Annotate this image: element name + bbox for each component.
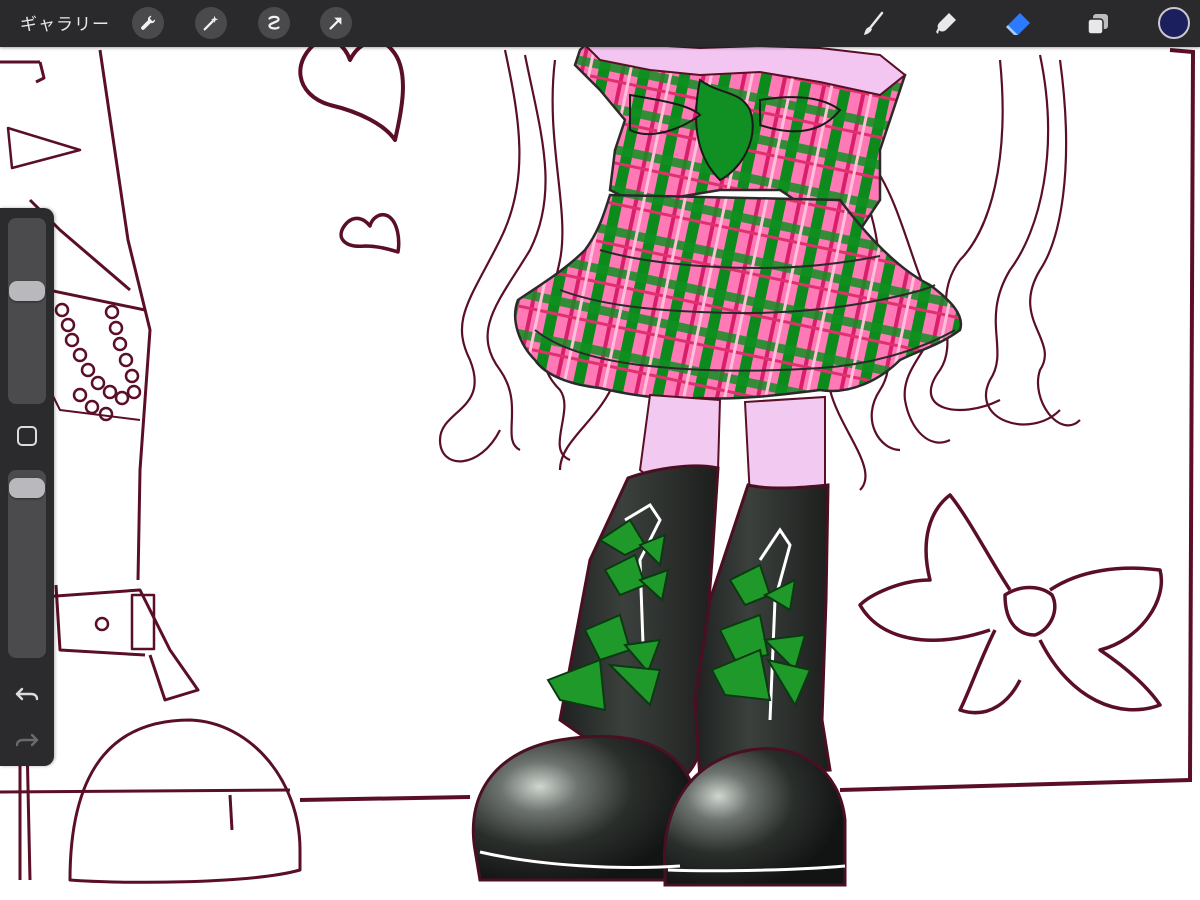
redo-icon[interactable]: [13, 726, 41, 754]
eraser-button[interactable]: [1000, 6, 1036, 42]
left-sidebar: [0, 208, 54, 766]
selection-button[interactable]: [258, 7, 290, 39]
arrow-cursor-icon: [329, 17, 342, 30]
smudge-icon: [936, 13, 956, 34]
opacity-slider-thumb[interactable]: [9, 478, 45, 498]
magic-wand-icon: [203, 15, 219, 31]
selection-icon: [268, 15, 280, 30]
adjustments-button[interactable]: [195, 7, 227, 39]
actions-button[interactable]: [132, 7, 164, 39]
top-toolbar: ギャラリー: [0, 0, 1200, 47]
transform-button[interactable]: [320, 7, 352, 39]
smudge-button[interactable]: [928, 6, 964, 42]
color-swatch[interactable]: [1158, 7, 1190, 39]
layers-icon: [1087, 14, 1108, 35]
undo-icon[interactable]: [13, 680, 41, 708]
opacity-slider[interactable]: [8, 470, 46, 658]
brush-size-slider-thumb[interactable]: [9, 281, 45, 301]
drawing-canvas[interactable]: [0, 0, 1200, 900]
paint-brush-button[interactable]: [856, 6, 892, 42]
gallery-button[interactable]: ギャラリー: [20, 10, 110, 35]
modify-square-icon[interactable]: [16, 425, 38, 447]
layers-button[interactable]: [1080, 6, 1116, 42]
wrench-icon: [141, 15, 156, 30]
brush-icon: [864, 11, 884, 35]
eraser-icon: [1006, 13, 1030, 35]
brush-size-slider[interactable]: [8, 218, 46, 404]
